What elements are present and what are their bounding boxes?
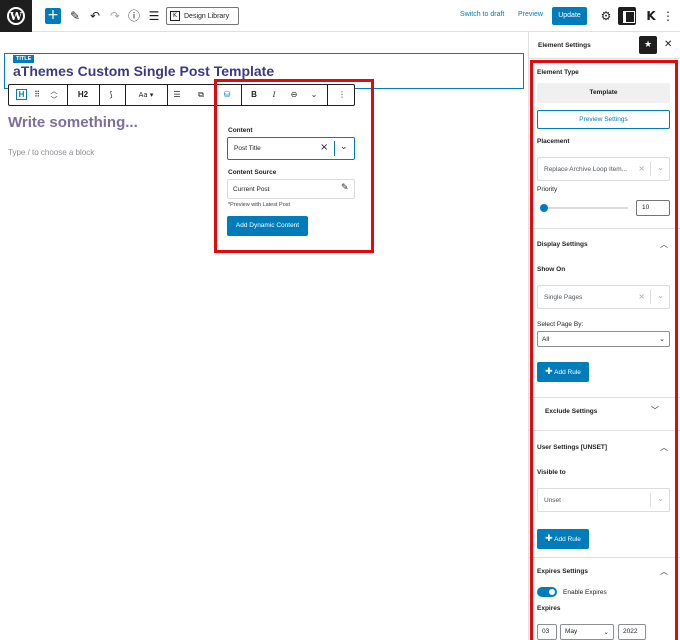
list-view-icon[interactable]: ☰ bbox=[146, 7, 162, 25]
paragraph-placeholder[interactable]: Write something... bbox=[8, 114, 138, 131]
post-title-heading[interactable]: aThemes Custom Single Post Template bbox=[13, 63, 274, 79]
heading-block-icon[interactable]: H bbox=[16, 89, 27, 100]
copy-icon[interactable]: ⧉ bbox=[193, 85, 209, 105]
design-library-button[interactable]: K Design Library bbox=[166, 7, 239, 25]
align-icon[interactable]: ☰ bbox=[169, 85, 185, 105]
close-icon[interactable]: ✕ bbox=[664, 39, 672, 50]
wordpress-logo-icon[interactable]: W bbox=[0, 0, 32, 32]
kadence-block-icon[interactable]: ⟆ bbox=[103, 85, 119, 105]
preview-link[interactable]: Preview bbox=[518, 11, 543, 18]
update-button[interactable]: Update bbox=[552, 7, 587, 25]
highlight-box-popover bbox=[214, 79, 374, 253]
design-library-label: Design Library bbox=[184, 12, 230, 20]
pencil-tools-icon[interactable]: ✎ bbox=[67, 7, 83, 25]
redo-icon[interactable]: ↷ bbox=[107, 7, 123, 25]
element-settings-toggle-icon[interactable] bbox=[618, 7, 636, 25]
sidebar-title: Element Settings bbox=[538, 42, 591, 49]
info-icon[interactable]: ⓘ bbox=[126, 7, 142, 25]
star-icon[interactable]: ★ bbox=[639, 36, 657, 54]
undo-icon[interactable]: ↶ bbox=[87, 7, 103, 25]
more-options-icon[interactable]: ⋮ bbox=[660, 7, 676, 25]
drag-handle-icon[interactable]: ⠿ bbox=[31, 85, 43, 105]
gear-icon[interactable]: ⚙ bbox=[598, 7, 614, 25]
move-up-down-icon[interactable]: ︿ ﹀ bbox=[47, 85, 61, 105]
title-block-label: TITLE bbox=[13, 55, 35, 63]
switch-to-draft-link[interactable]: Switch to draft bbox=[460, 11, 504, 18]
typography-dropdown[interactable]: Aa ▾ bbox=[131, 85, 161, 105]
heading-level-button[interactable]: H2 bbox=[71, 85, 95, 105]
highlight-box-sidebar bbox=[530, 60, 678, 640]
kadence-icon[interactable]: K bbox=[643, 7, 659, 25]
add-block-button[interactable]: + bbox=[45, 8, 61, 24]
block-appender-hint[interactable]: Type / to choose a block bbox=[8, 148, 94, 157]
design-library-icon: K bbox=[170, 11, 180, 21]
